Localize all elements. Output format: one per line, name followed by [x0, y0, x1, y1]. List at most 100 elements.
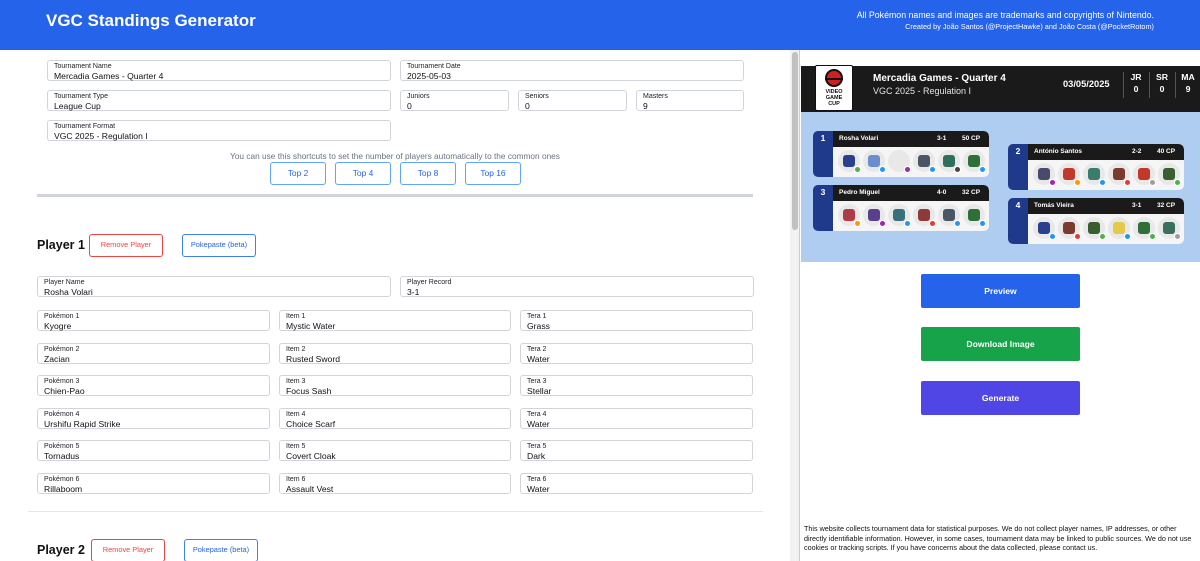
item-field-4[interactable]: Item 4 Choice Scarf — [279, 407, 511, 429]
field-value: Zacian — [44, 353, 70, 364]
standing-rank: 2 — [1015, 146, 1021, 156]
download-image-button[interactable]: Download Image — [921, 327, 1080, 361]
standing-points: 50 CP — [962, 135, 981, 142]
standing-rank: 3 — [820, 187, 826, 197]
seniors-count-field[interactable]: Seniors 0 — [518, 90, 627, 111]
tournament-format-field[interactable]: Tournament Format VGC 2025 - Regulation … — [47, 120, 391, 141]
tera-type-field-4[interactable]: Tera 4 Water — [520, 407, 753, 429]
field-label: Pokémon 4 — [44, 410, 80, 418]
tera-type-icon — [929, 220, 936, 227]
sprite-body — [968, 155, 980, 167]
pokemon-sprite-icon — [1133, 163, 1156, 186]
pokemon-field-1[interactable]: Pokémon 1 Kyogre — [37, 310, 270, 331]
pokemon-field-5[interactable]: Pokémon 5 Tornadus — [37, 440, 270, 462]
standing-record: 4-0 — [937, 189, 947, 196]
pokemon-field-2[interactable]: Pokémon 2 Zacian — [37, 342, 270, 364]
pokepaste-player-2-button[interactable]: Pokepaste (beta) — [184, 539, 258, 561]
field-label: Pokémon 5 — [44, 443, 80, 451]
player-name-field[interactable]: Player Name Rosha Volari — [37, 276, 391, 297]
form-scrollbar[interactable] — [790, 50, 800, 561]
top-2-button[interactable]: Top 2 — [270, 162, 326, 185]
tera-type-icon — [1049, 179, 1056, 186]
tera-type-field-1[interactable]: Tera 1 Grass — [520, 310, 753, 331]
sprite-body — [943, 209, 955, 221]
field-label: Masters — [643, 93, 668, 100]
card-tournament-date: 03/05/2025 — [1063, 79, 1110, 89]
sprite-body — [1088, 222, 1100, 234]
top-8-button[interactable]: Top 8 — [400, 162, 456, 185]
masters-count-field[interactable]: Masters 9 — [636, 90, 744, 111]
tera-type-field-5[interactable]: Tera 5 Dark — [520, 440, 753, 462]
sprite-body — [1063, 222, 1075, 234]
field-value: Tornadus — [44, 451, 80, 462]
tournament-date-field[interactable]: Tournament Date 2025-05-03 — [400, 60, 744, 81]
remove-player-2-button[interactable]: Remove Player — [91, 539, 165, 561]
pokepaste-player-1-button[interactable]: Pokepaste (beta) — [182, 234, 256, 257]
divider — [1175, 72, 1176, 98]
card-tournament-name: Mercadia Games - Quarter 4 — [873, 73, 1006, 84]
field-value: 3-1 — [407, 287, 420, 297]
pokemon-field-6[interactable]: Pokémon 6 Rillaboom — [37, 473, 270, 494]
logo-line: CUP — [828, 101, 840, 107]
standing-record: 3-1 — [937, 135, 947, 142]
scrollbar-thumb[interactable] — [792, 52, 798, 230]
field-label: Item 1 — [286, 313, 306, 320]
field-label: Tournament Type — [54, 93, 108, 100]
tera-type-field-2[interactable]: Tera 2 Water — [520, 342, 753, 364]
standing-rank: 1 — [820, 133, 826, 143]
field-label: Item 4 — [286, 410, 306, 418]
pokemon-sprite-icon — [913, 204, 936, 227]
field-value: Focus Sash — [286, 386, 332, 397]
pokemon-field-3[interactable]: Pokémon 3 Chien-Pao — [37, 375, 270, 397]
remove-player-1-button[interactable]: Remove Player — [89, 234, 163, 257]
video-game-cup-logo: VIDEO GAME CUP — [815, 65, 853, 111]
preview-button[interactable]: Preview — [921, 274, 1080, 308]
standing-record: 3-1 — [1132, 202, 1142, 209]
trademark-disclaimer: All Pokémon names and images are tradema… — [856, 10, 1154, 20]
tournament-name-field[interactable]: Tournament Name Mercadia Games - Quarter… — [47, 60, 391, 81]
pokemon-field-4[interactable]: Pokémon 4 Urshifu Rapid Strike — [37, 407, 270, 429]
tera-type-field-3[interactable]: Tera 3 Stellar — [520, 375, 753, 397]
category-count: 9 — [1185, 84, 1191, 94]
field-label: Player Record — [407, 279, 452, 286]
credits-text: Created by João Santos (@ProjectHawke) a… — [905, 22, 1154, 31]
field-label: Tournament Date — [407, 63, 461, 70]
item-field-3[interactable]: Item 3 Focus Sash — [279, 375, 511, 397]
sprite-body — [1163, 168, 1175, 180]
field-label: Juniors — [407, 93, 430, 100]
privacy-notice: This website collects tournament data fo… — [804, 524, 1192, 552]
player-record-field[interactable]: Player Record 3-1 — [400, 276, 754, 297]
standings-banner: VIDEO GAME CUP Mercadia Games - Quarter … — [801, 65, 1200, 112]
tera-type-icon — [904, 220, 911, 227]
item-field-1[interactable]: Item 1 Mystic Water — [279, 310, 511, 331]
field-value: Rillaboom — [44, 484, 83, 494]
field-label: Item 6 — [286, 476, 306, 483]
juniors-count-field[interactable]: Juniors 0 — [400, 90, 509, 111]
top-4-button[interactable]: Top 4 — [335, 162, 391, 185]
item-field-5[interactable]: Item 5 Covert Cloak — [279, 440, 511, 462]
field-value: Assault Vest — [286, 484, 334, 494]
generate-button[interactable]: Generate — [921, 381, 1080, 415]
sprite-body — [1138, 168, 1150, 180]
tera-type-icon — [1174, 179, 1181, 186]
pokemon-sprite-icon — [963, 204, 986, 227]
standing-player-name: Pedro Miguel — [839, 189, 880, 196]
tera-type-icon — [1074, 179, 1081, 186]
top-16-button[interactable]: Top 16 — [465, 162, 521, 185]
sprite-body — [868, 155, 880, 167]
item-field-2[interactable]: Item 2 Rusted Sword — [279, 342, 511, 364]
tera-type-icon — [954, 166, 961, 173]
field-value: Urshifu Rapid Strike — [44, 418, 121, 429]
tournament-type-field[interactable]: Tournament Type League Cup — [47, 90, 391, 111]
item-field-6[interactable]: Item 6 Assault Vest — [279, 473, 511, 494]
field-value: Water — [527, 418, 550, 429]
sprite-body — [893, 155, 905, 167]
field-value: VGC 2025 - Regulation I — [54, 131, 148, 141]
tera-type-icon — [1099, 233, 1106, 240]
standing-card: 1 Rosha Volari 3-1 50 CP — [813, 131, 989, 177]
tera-type-icon — [1049, 233, 1056, 240]
tera-type-field-6[interactable]: Tera 6 Water — [520, 473, 753, 494]
field-label: Item 5 — [286, 443, 306, 451]
pokemon-sprite-icon — [1158, 163, 1181, 186]
field-label: Player Name — [44, 279, 85, 286]
